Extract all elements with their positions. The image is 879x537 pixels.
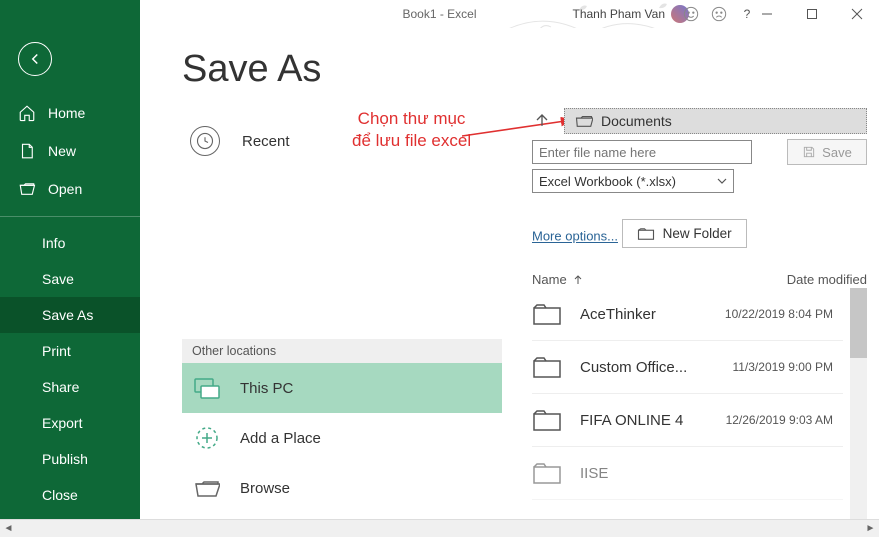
scrollbar-track[interactable] — [17, 520, 862, 537]
scroll-right-button[interactable]: ► — [862, 520, 879, 537]
file-list: AceThinker 10/22/2019 8:04 PM Custom Off… — [532, 288, 867, 519]
recent-label: Recent — [242, 133, 290, 150]
sidebar-item-open[interactable]: Open — [0, 170, 140, 208]
file-name: IISE — [580, 465, 703, 482]
sidebar-item-save[interactable]: Save — [0, 261, 140, 297]
new-folder-button[interactable]: New Folder — [622, 219, 747, 248]
location-label: This PC — [240, 380, 293, 397]
column-date[interactable]: Date modified — [737, 272, 867, 287]
main-panel: Save As Recent Chọn thư mục để lưu file … — [140, 28, 879, 519]
folder-icon — [532, 355, 562, 379]
sidebar-item-label: New — [48, 143, 76, 159]
titlebar: Book1 - Excel Thanh Pham Van ? — [0, 0, 879, 28]
sidebar-item-close[interactable]: Close — [0, 477, 140, 513]
clock-icon — [190, 126, 220, 156]
vertical-scrollbar[interactable] — [850, 288, 867, 519]
filename-input[interactable] — [532, 140, 752, 164]
location-this-pc[interactable]: This PC — [182, 363, 502, 413]
window-title: Book1 - Excel — [402, 7, 476, 21]
maximize-button[interactable] — [789, 0, 834, 28]
folder-icon — [575, 114, 593, 128]
scrollbar-thumb[interactable] — [850, 288, 867, 358]
browse-icon — [194, 477, 220, 499]
add-place-icon — [194, 427, 220, 449]
folder-row[interactable]: Custom Office... 11/3/2019 9:00 PM — [532, 341, 843, 394]
sidebar-item-share[interactable]: Share — [0, 369, 140, 405]
file-date: 11/3/2019 9:00 PM — [703, 360, 843, 374]
up-folder-button[interactable] — [532, 110, 554, 132]
path-selector[interactable]: Documents — [564, 108, 867, 134]
file-name: FIFA ONLINE 4 — [580, 412, 703, 429]
close-button[interactable] — [834, 0, 879, 28]
user-name: Thanh Pham Van — [572, 7, 665, 21]
window-controls — [744, 0, 879, 28]
folder-row[interactable]: IISE — [532, 447, 843, 500]
page-title: Save As — [182, 48, 879, 91]
sidebar-item-publish[interactable]: Publish — [0, 441, 140, 477]
sort-asc-icon — [573, 275, 583, 285]
path-label: Documents — [601, 113, 672, 129]
other-locations-header: Other locations — [182, 339, 502, 363]
horizontal-scrollbar[interactable]: ◄ ► — [0, 519, 879, 537]
location-browse[interactable]: Browse — [182, 463, 502, 513]
file-name: Custom Office... — [580, 359, 703, 376]
backstage-sidebar: Home New Open Info Save Save As Print Sh… — [0, 0, 140, 519]
feedback-smile-icon[interactable] — [677, 0, 705, 28]
filetype-dropdown[interactable]: Excel Workbook (*.xlsx) — [532, 169, 734, 193]
back-button[interactable] — [18, 42, 52, 76]
sidebar-item-label: Home — [48, 105, 85, 121]
file-name: AceThinker — [580, 306, 703, 323]
sidebar-item-home[interactable]: Home — [0, 94, 140, 132]
sidebar-item-label: Open — [48, 181, 82, 197]
sidebar-item-info[interactable]: Info — [0, 225, 140, 261]
save-button[interactable]: Save — [787, 139, 867, 165]
location-label: Browse — [240, 480, 290, 497]
scroll-left-button[interactable]: ◄ — [0, 520, 17, 537]
save-icon — [802, 145, 816, 159]
file-date: 10/22/2019 8:04 PM — [703, 307, 843, 321]
minimize-button[interactable] — [744, 0, 789, 28]
sidebar-item-print[interactable]: Print — [0, 333, 140, 369]
user-area[interactable]: Thanh Pham Van — [572, 5, 689, 23]
column-name[interactable]: Name — [532, 272, 737, 287]
pc-icon — [194, 377, 220, 399]
folder-icon — [532, 461, 562, 485]
sidebar-item-export[interactable]: Export — [0, 405, 140, 441]
location-add-place[interactable]: Add a Place — [182, 413, 502, 463]
more-options-link[interactable]: More options... — [532, 229, 618, 244]
feedback-frown-icon[interactable] — [705, 0, 733, 28]
sidebar-item-save-as[interactable]: Save As — [0, 297, 140, 333]
new-folder-icon — [637, 227, 655, 241]
file-date: 12/26/2019 9:03 AM — [703, 413, 843, 427]
save-details-column: Documents Save Excel Workbook (*.xlsx) M… — [532, 108, 867, 519]
locations-column: Recent Chọn thư mục để lưu file excel Ot… — [182, 118, 502, 519]
location-label: Add a Place — [240, 430, 321, 447]
folder-row[interactable]: FIFA ONLINE 4 12/26/2019 9:03 AM — [532, 394, 843, 447]
sidebar-item-new[interactable]: New — [0, 132, 140, 170]
folder-icon — [532, 302, 562, 326]
folder-icon — [532, 408, 562, 432]
folder-row[interactable]: AceThinker 10/22/2019 8:04 PM — [532, 288, 843, 341]
recent-item[interactable]: Recent — [182, 118, 502, 164]
chevron-down-icon — [717, 176, 727, 186]
